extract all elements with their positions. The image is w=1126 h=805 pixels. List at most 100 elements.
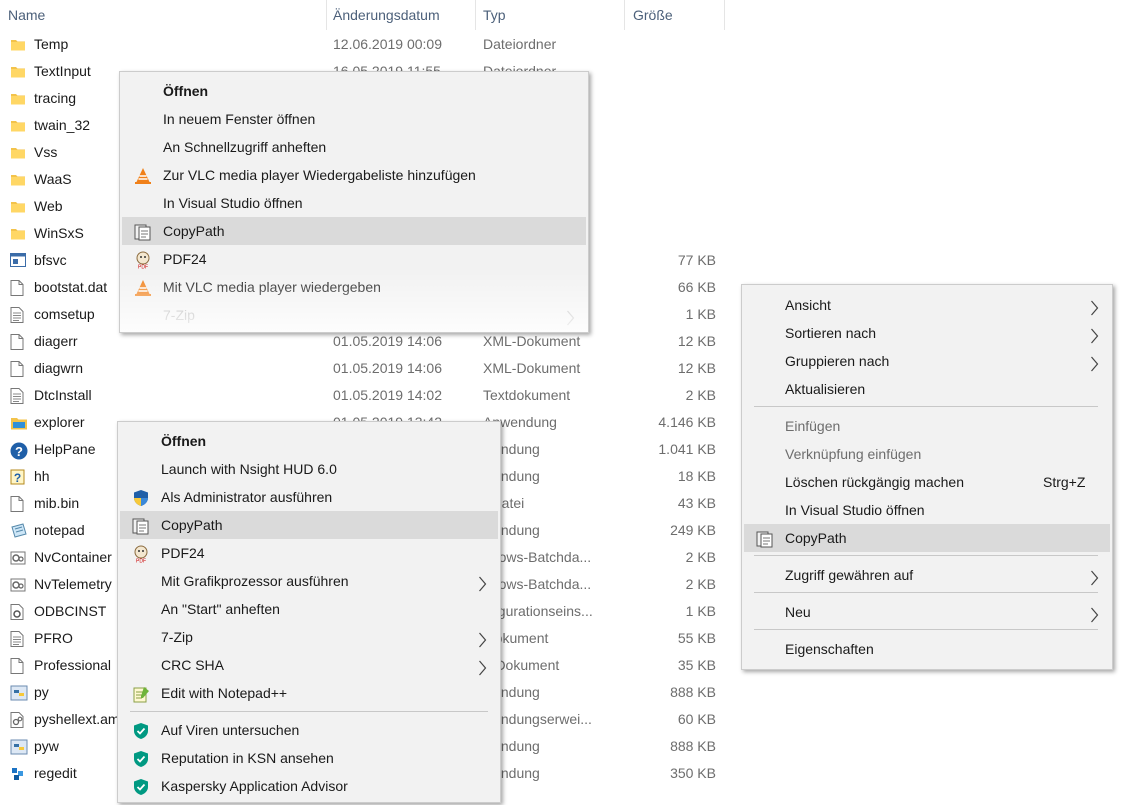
settings-file-icon [10,604,26,620]
file-size [628,193,716,220]
folder-icon [10,172,26,187]
menu-item-7-zip[interactable]: 7-Zip [120,623,498,651]
file-size: 35 KB [677,657,716,673]
file-type: wendungserwei... [483,711,592,727]
menu-item-kaspersky-application-advisor[interactable]: Kaspersky Application Advisor [120,772,498,800]
menu-item-copypath[interactable]: CopyPath [122,217,586,245]
file-name: ODBCINST [34,603,107,619]
column-divider[interactable] [624,0,625,30]
file-type: Textdokument [483,387,571,403]
menu-item-label: An Schnellzugriff anheften [163,139,327,155]
menu-item-löschen-rückgängig-machen[interactable]: Löschen rückgängig machen Strg+Z [744,468,1110,496]
text-file-icon [10,307,26,323]
menu-item-an-schnellzugriff-anheften[interactable]: An Schnellzugriff anheften [122,133,586,161]
menu-item-crc-sha[interactable]: CRC SHA [120,651,498,679]
menu-item-aktualisieren[interactable]: Aktualisieren [744,375,1110,403]
menu-item-zur-vlc-media-player-wiedergabeliste-hinzufügen[interactable]: Zur VLC media player Wiedergabeliste hin… [122,161,586,189]
file-type: wendung [483,684,540,700]
menu-item-öffnen[interactable]: Öffnen [122,77,586,105]
file-size [628,58,716,85]
python-icon [10,739,28,755]
menu-item-label: CopyPath [161,517,223,533]
menu-item-gruppieren-nach[interactable]: Gruppieren nach [744,347,1110,375]
menu-item-in-visual-studio-öffnen[interactable]: In Visual Studio öffnen [744,496,1110,524]
menu-item-label: Aktualisieren [785,381,866,397]
menu-item-label: In neuem Fenster öffnen [163,111,316,127]
column-size-header[interactable]: Größe [633,0,673,30]
file-type: XML-Dokument [483,360,581,376]
file-name: explorer [34,414,85,430]
menu-separator [754,406,1098,407]
menu-item-in-neuem-fenster-öffnen[interactable]: In neuem Fenster öffnen [122,105,586,133]
file-name: diagerr [34,333,78,349]
chevron-right-icon [478,629,487,648]
menu-item-an-start-anheften[interactable]: An "Start" anheften [120,595,498,623]
menu-item-copypath[interactable]: CopyPath [744,524,1110,552]
file-icon [10,361,26,377]
file-size: 60 KB [677,711,716,727]
folder-icon [10,145,26,160]
menu-fade-overlay [120,272,588,332]
column-header: Name Änderungsdatum Typ Größe [0,0,1126,30]
file-row[interactable]: DtcInstall 01.05.2019 14:02 Textdokument 2 … [0,382,730,409]
menu-item-label: Eigenschaften [785,641,874,657]
uac-shield-icon [132,488,150,506]
menu-item-in-visual-studio-öffnen[interactable]: In Visual Studio öffnen [122,189,586,217]
file-size: 4.146 KB [658,414,716,430]
menu-item-label: Edit with Notepad++ [161,685,288,701]
file-date: 12.06.2019 00:09 [333,36,442,52]
menu-item-launch-with-nsight-hud-6-0[interactable]: Launch with Nsight HUD 6.0 [120,455,498,483]
chevron-right-icon [478,573,487,592]
menu-separator [754,629,1098,630]
file-size: 12 KB [677,333,716,349]
copypath-icon [132,516,150,535]
menu-item-label: Launch with Nsight HUD 6.0 [161,461,337,477]
file-row[interactable]: Temp 12.06.2019 00:09 Dateiordner [0,31,730,58]
column-divider[interactable] [724,0,725,30]
column-type-header[interactable]: Typ [483,0,506,30]
file-name: WaaS [34,171,72,187]
menu-item-auf-viren-untersuchen[interactable]: Auf Viren untersuchen [120,716,498,744]
menu-item-mit-grafikprozessor-ausführen[interactable]: Mit Grafikprozessor ausführen [120,567,498,595]
menu-item-ansicht[interactable]: Ansicht [744,291,1110,319]
menu-item-öffnen[interactable]: Öffnen [120,427,498,455]
column-divider[interactable] [475,0,476,30]
menu-item-zugriff-gewähren-auf[interactable]: Zugriff gewähren auf [744,561,1110,589]
menu-item-label: Kaspersky Application Advisor [161,778,348,794]
menu-item-label: 7-Zip [161,629,193,645]
menu-item-als-administrator-ausführen[interactable]: Als Administrator ausführen [120,483,498,511]
file-name: pyshellext.amd64 [34,711,120,727]
column-name-header[interactable]: Name [8,0,45,30]
chevron-right-icon [1090,567,1099,586]
menu-item-label: Zur VLC media player Wiedergabeliste hin… [163,167,476,183]
menu-item-reputation-in-ksn-ansehen[interactable]: Reputation in KSN ansehen [120,744,498,772]
file-type: wendung [483,738,540,754]
menu-item-pdf24[interactable]: PDF PDF24 [122,245,586,273]
dll-icon [10,712,26,728]
column-divider[interactable] [326,0,327,30]
menu-item-pdf24[interactable]: PDF PDF24 [120,539,498,567]
vlc-icon [134,166,152,184]
folder-icon [10,199,26,214]
svg-text:PDF: PDF [138,265,148,270]
file-name: Web [34,198,63,214]
folder-icon [10,37,26,52]
menu-item-label: Sortieren nach [785,325,877,341]
column-date-header[interactable]: Änderungsdatum [333,0,440,30]
file-type: Dateiordner [483,36,557,52]
file-row[interactable]: diagwrn 01.05.2019 14:06 XML-Dokument 12 KB [0,355,730,382]
svg-text:?: ? [15,444,23,459]
chevron-right-icon [1090,353,1099,372]
file-size: 12 KB [677,360,716,376]
menu-item-sortieren-nach[interactable]: Sortieren nach [744,319,1110,347]
menu-item-copypath[interactable]: CopyPath [120,511,498,539]
menu-item-label: In Visual Studio öffnen [785,502,925,518]
menu-item-edit-with-notepad[interactable]: Edit with Notepad++ [120,679,498,707]
file-size: 77 KB [677,252,716,268]
file-size [628,112,716,139]
menu-item-neu[interactable]: Neu [744,598,1110,626]
file-type: Anwendung [483,414,557,430]
menu-item-eigenschaften[interactable]: Eigenschaften [744,635,1110,663]
application-context-menu: Öffnen Launch with Nsight HUD 6.0 Als Admi… [117,421,501,803]
file-name: DtcInstall [34,387,92,403]
